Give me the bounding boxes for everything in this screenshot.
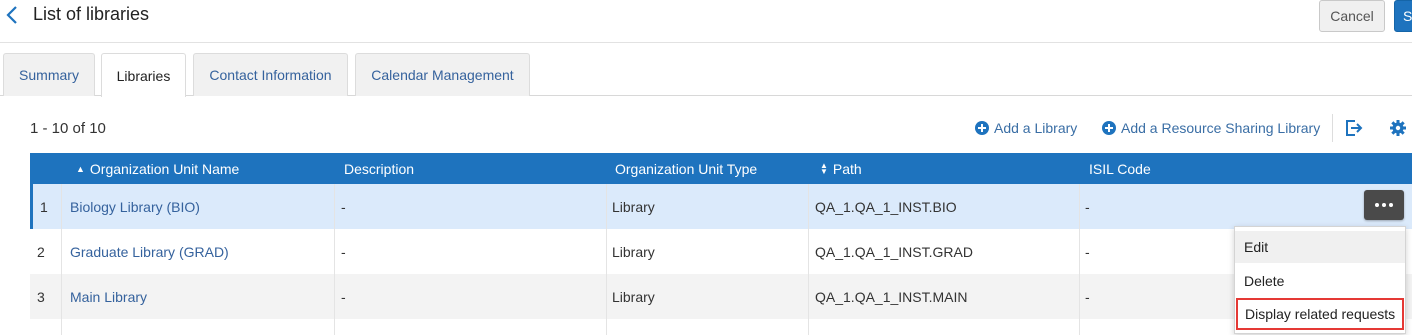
page-title: List of libraries — [33, 4, 150, 24]
column-divider — [808, 274, 809, 319]
table-row[interactable] — [30, 319, 1412, 335]
tab-calendar-management[interactable]: Calendar Management — [355, 53, 530, 96]
type-cell: Library — [612, 288, 655, 305]
library-name-link[interactable]: Biology Library (BIO) — [70, 184, 200, 229]
row-number: 3 — [37, 288, 45, 305]
tab-contact-information[interactable]: Contact Information — [193, 53, 348, 96]
column-divider — [606, 229, 607, 274]
add-resource-sharing-library-link[interactable]: Add a Resource Sharing Library — [1102, 120, 1320, 136]
gear-icon[interactable] — [1389, 119, 1407, 137]
column-header-isil[interactable]: ISIL Code — [1089, 153, 1151, 184]
cancel-button[interactable]: Cancel — [1319, 0, 1385, 32]
type-cell: Library — [612, 243, 655, 260]
path-cell: QA_1.QA_1_INST.BIO — [815, 198, 957, 215]
table-row[interactable]: 2 Graduate Library (GRAD) - Library QA_1… — [30, 229, 1412, 274]
column-divider — [808, 184, 809, 229]
add-circle-icon — [1102, 121, 1116, 135]
isil-cell: - — [1085, 288, 1090, 305]
column-divider — [61, 184, 62, 229]
add-library-label: Add a Library — [994, 120, 1078, 136]
row-number: 1 — [40, 198, 48, 215]
column-divider — [808, 319, 809, 335]
column-divider — [334, 184, 335, 229]
toolbar-separator — [1332, 114, 1333, 142]
dot-icon — [1389, 203, 1393, 207]
column-header-type[interactable]: Organization Unit Type — [615, 153, 757, 184]
save-button[interactable]: S — [1394, 0, 1412, 32]
column-divider — [61, 274, 62, 319]
column-divider — [606, 184, 607, 229]
menu-item-display-related-requests[interactable]: Display related requests — [1236, 298, 1404, 330]
row-actions-button[interactable] — [1364, 190, 1404, 220]
column-divider — [606, 274, 607, 319]
column-divider — [334, 274, 335, 319]
column-divider — [1079, 274, 1080, 319]
column-divider — [606, 319, 607, 335]
description-cell: - — [341, 243, 346, 260]
record-count: 1 - 10 of 10 — [30, 120, 106, 137]
row-actions-menu: Edit Delete Display related requests — [1234, 226, 1406, 334]
dot-icon — [1382, 203, 1386, 207]
row-number: 2 — [37, 243, 45, 260]
menu-item-delete[interactable]: Delete — [1235, 265, 1405, 297]
type-cell: Library — [612, 198, 655, 215]
sort-both-icon: ▲ ▼ — [820, 160, 828, 176]
description-cell: - — [341, 288, 346, 305]
path-cell: QA_1.QA_1_INST.GRAD — [815, 243, 973, 260]
column-path-label: Path — [832, 160, 862, 177]
column-header-name[interactable]: ▲ Organization Unit Name — [76, 153, 239, 184]
tab-libraries[interactable]: Libraries — [101, 53, 186, 97]
column-header-description[interactable]: Description — [344, 153, 414, 184]
column-divider — [61, 229, 62, 274]
sort-ascending-icon: ▲ — [76, 163, 85, 174]
add-library-link[interactable]: Add a Library — [975, 120, 1077, 136]
isil-cell: - — [1085, 198, 1090, 215]
page-header: List of libraries Cancel S — [0, 0, 1412, 43]
column-divider — [1079, 184, 1080, 229]
column-divider — [808, 229, 809, 274]
library-name-link[interactable]: Main Library — [70, 274, 147, 319]
back-arrow-icon[interactable] — [3, 6, 21, 24]
isil-cell: - — [1085, 243, 1090, 260]
column-divider — [1079, 229, 1080, 274]
export-icon[interactable] — [1345, 119, 1363, 137]
tab-summary[interactable]: Summary — [3, 53, 95, 96]
menu-item-edit[interactable]: Edit — [1235, 231, 1405, 263]
path-cell: QA_1.QA_1_INST.MAIN — [815, 288, 968, 305]
library-name-link[interactable]: Graduate Library (GRAD) — [70, 229, 229, 274]
column-divider — [334, 229, 335, 274]
table-row[interactable]: 3 Main Library - Library QA_1.QA_1_INST.… — [30, 274, 1412, 319]
table-row[interactable]: 1 Biology Library (BIO) - Library QA_1.Q… — [30, 184, 1412, 229]
table-header: ▲ Organization Unit Name Description Org… — [30, 153, 1412, 184]
column-divider — [1079, 319, 1080, 335]
add-rs-library-label: Add a Resource Sharing Library — [1121, 120, 1321, 136]
description-cell: - — [341, 198, 346, 215]
add-circle-icon — [975, 121, 989, 135]
column-name-label: Organization Unit Name — [89, 160, 240, 177]
column-header-path[interactable]: ▲ ▼ Path — [820, 153, 862, 184]
dot-icon — [1375, 203, 1379, 207]
column-divider — [61, 319, 62, 335]
column-divider — [334, 319, 335, 335]
